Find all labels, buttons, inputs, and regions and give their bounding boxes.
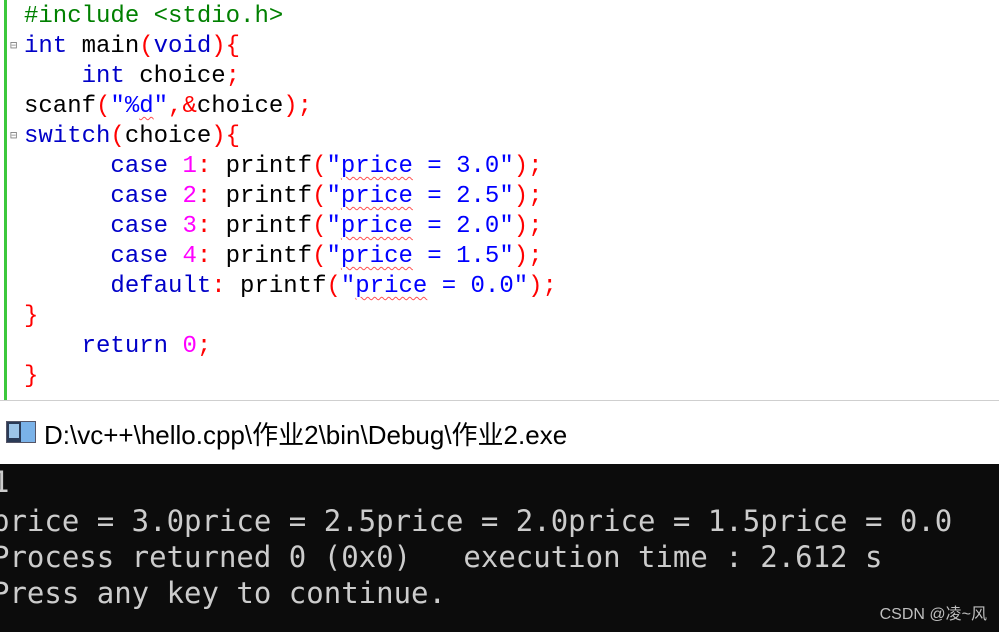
code-token: "price = 2.5"	[326, 183, 514, 210]
code-token: main	[67, 33, 140, 60]
code-line: case 4: printf("price = 1.5");	[24, 242, 543, 272]
code-token: printf	[211, 153, 313, 180]
code-token: int	[81, 63, 125, 90]
code-token: case	[110, 153, 169, 180]
code-token: 1	[182, 153, 197, 180]
code-token: choice	[124, 123, 212, 150]
fold-marker-icon[interactable]: ⊟	[10, 39, 17, 51]
code-token: );	[513, 183, 543, 210]
code-token: :	[211, 273, 226, 300]
code-token: "price = 2.0"	[326, 213, 514, 240]
code-token: case	[110, 243, 169, 270]
code-token: printf	[211, 183, 313, 210]
code-token: case	[110, 213, 169, 240]
code-token: "price = 3.0"	[326, 153, 514, 180]
code-token: void	[153, 33, 212, 60]
code-token: switch	[24, 123, 111, 150]
code-line: int main(void){	[24, 32, 240, 62]
code-line: scanf("%d",&choice);	[24, 92, 312, 122]
code-token: printf	[225, 273, 327, 300]
code-token: );	[283, 93, 313, 120]
console-titlebar: D:\vc++\hello.cpp\作业2\bin\Debug\作业2.exe	[0, 400, 999, 464]
code-token: printf	[211, 213, 313, 240]
code-token: (	[326, 273, 341, 300]
console-window-icon	[6, 421, 36, 443]
code-line: return 0;	[24, 332, 212, 362]
code-token: 4	[182, 243, 197, 270]
code-token: (	[96, 93, 111, 120]
code-line: default: printf("price = 0.0");	[24, 272, 557, 302]
code-token: "%d"	[110, 93, 169, 120]
code-token: 3	[182, 213, 197, 240]
code-line: int choice;	[24, 62, 240, 92]
code-token: printf	[211, 243, 313, 270]
code-line: }	[24, 302, 38, 332]
code-token: return	[81, 333, 169, 360]
code-editor[interactable]: ⊟ ⊟ #include <stdio.h> int main(void){ in…	[0, 0, 999, 400]
code-token: );	[528, 273, 557, 300]
code-token: default	[110, 273, 212, 300]
code-token: :	[196, 243, 212, 270]
console-line-process-returned: Process returned 0 (0x0) execution time …	[0, 540, 883, 574]
code-token: 0	[182, 333, 197, 360]
code-token: :	[196, 183, 212, 210]
code-token: ){	[211, 123, 241, 150]
code-token: (	[312, 243, 327, 270]
console-line-input: 1	[0, 465, 10, 499]
code-token: choice	[196, 93, 284, 120]
code-token: :	[196, 153, 212, 180]
code-token: choice	[124, 63, 226, 90]
code-token: ){	[211, 33, 241, 60]
code-token: #include <stdio.h>	[24, 3, 284, 30]
code-token: }	[24, 363, 39, 390]
code-line: #include <stdio.h>	[24, 2, 283, 32]
fold-marker-icon[interactable]: ⊟	[10, 129, 17, 141]
code-line: case 2: printf("price = 2.5");	[24, 182, 543, 212]
code-token: ;	[196, 333, 212, 360]
code-token: scanf	[24, 93, 97, 120]
code-token: ,&	[168, 93, 197, 120]
console-line-prices: price = 3.0price = 2.5price = 2.0price =…	[0, 504, 953, 538]
code-token: int	[24, 33, 68, 60]
csdn-watermark: CSDN @凌~风	[879, 606, 987, 623]
code-line: case 3: printf("price = 2.0");	[24, 212, 543, 242]
code-line: switch(choice){	[24, 122, 240, 152]
code-token: (	[312, 213, 327, 240]
console-line-press-any-key: Press any key to continue.	[0, 576, 446, 610]
code-token: }	[24, 303, 39, 330]
code-token: );	[513, 243, 543, 270]
code-token: (	[139, 33, 154, 60]
code-token: (	[312, 183, 327, 210]
code-line: case 1: printf("price = 3.0");	[24, 152, 543, 182]
code-token: (	[312, 153, 327, 180]
code-token: "price = 0.0"	[340, 273, 529, 300]
code-token: 2	[182, 183, 197, 210]
code-token: case	[110, 183, 169, 210]
code-token: );	[513, 213, 543, 240]
console-output-area[interactable]: 1 price = 3.0price = 2.5price = 2.0price…	[0, 464, 999, 632]
code-token: );	[513, 153, 543, 180]
code-line: }	[24, 362, 38, 392]
change-gutter-bar	[4, 0, 7, 400]
console-window-title: D:\vc++\hello.cpp\作业2\bin\Debug\作业2.exe	[44, 420, 568, 450]
code-token: ;	[225, 63, 241, 90]
code-token: (	[110, 123, 125, 150]
code-token: "price = 1.5"	[326, 243, 514, 270]
code-token: :	[196, 213, 212, 240]
